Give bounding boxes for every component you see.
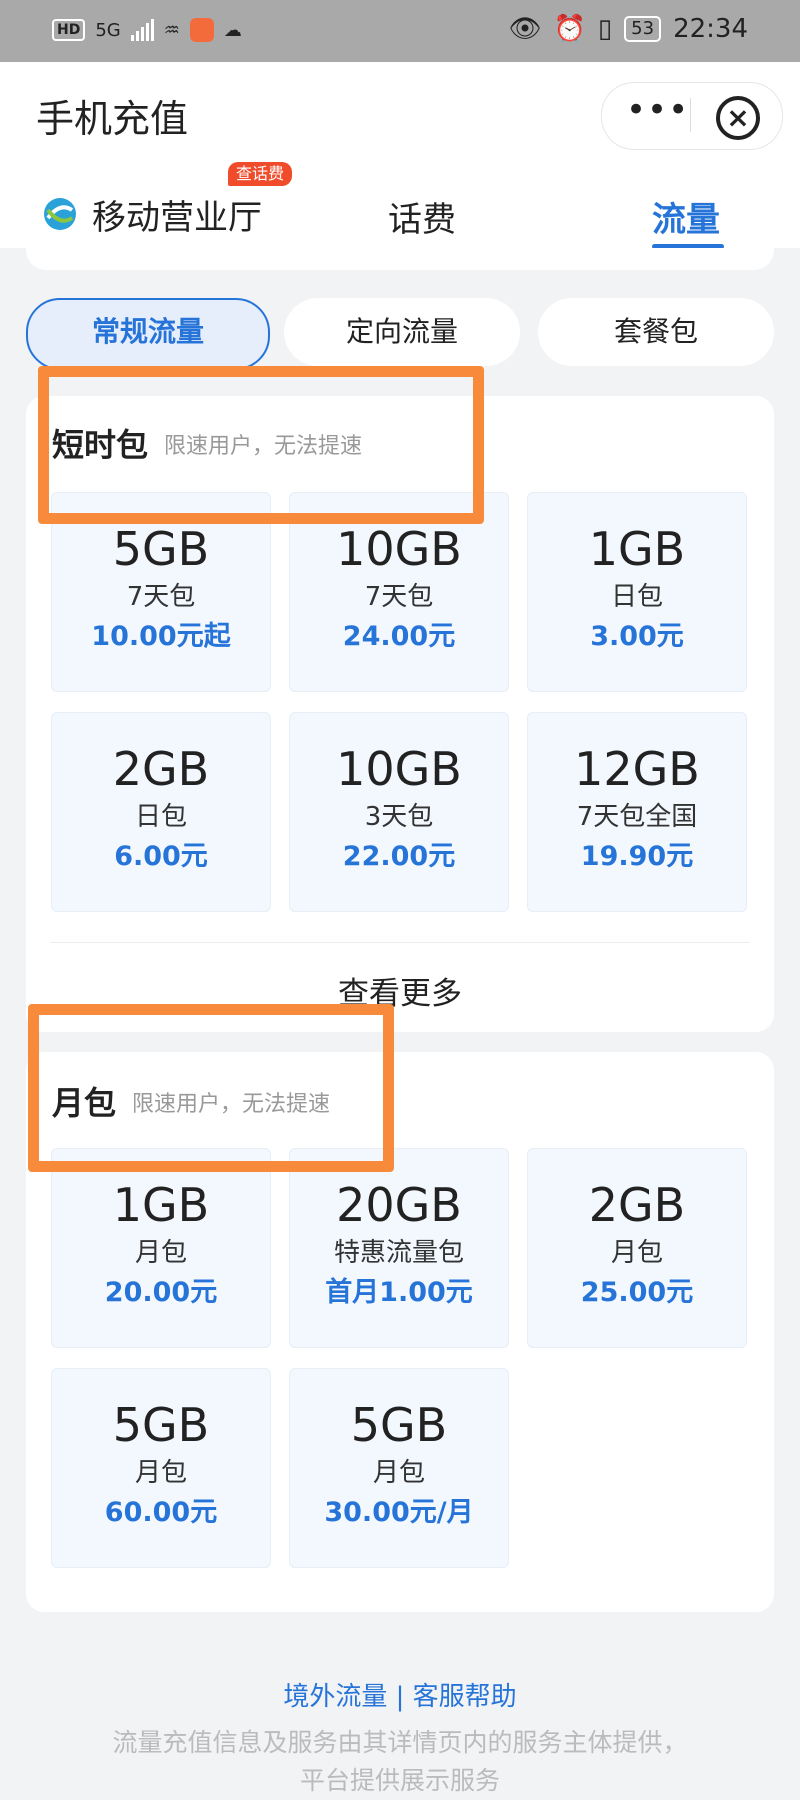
- china-mobile-logo-icon: [44, 198, 76, 230]
- plan-desc: 月包: [610, 1238, 663, 1268]
- network-label: 5G: [95, 19, 121, 41]
- battery-indicator: 53: [624, 16, 662, 42]
- plan-price: 19.90元: [580, 841, 694, 872]
- capsule-divider: [690, 98, 691, 132]
- filter-package[interactable]: 套餐包: [538, 298, 774, 366]
- plan-size: 5GB: [112, 1398, 210, 1452]
- status-left: HD 5G ♒ ☁: [52, 18, 242, 42]
- hd-icon: HD: [52, 19, 86, 41]
- plan-price: 60.00元: [104, 1497, 218, 1528]
- data-plan-tile[interactable]: 5GB 月包 60.00元: [51, 1368, 271, 1568]
- data-plan-tile[interactable]: 12GB 7天包全国 19.90元: [527, 712, 747, 912]
- check-fee-badge[interactable]: 查话费: [228, 162, 293, 186]
- highlight-box-monthly: [28, 1004, 394, 1172]
- clock: 22:34: [673, 14, 748, 44]
- footer-note: 流量充值信息及服务由其详情页内的服务主体提供， 平台提供展示服务: [0, 1724, 800, 1800]
- plan-price: 3.00元: [590, 621, 684, 652]
- data-plan-tile[interactable]: 20GB 特惠流量包 首月1.00元: [289, 1148, 509, 1348]
- plan-desc: 日包: [610, 582, 663, 612]
- plan-size: 5GB: [112, 522, 210, 576]
- data-plan-tile[interactable]: 10GB 3天包 22.00元: [289, 712, 509, 912]
- tab-fee[interactable]: 话费: [388, 192, 456, 241]
- data-plan-tile[interactable]: 1GB 月包 20.00元: [51, 1148, 271, 1348]
- plan-desc: 月包: [372, 1458, 425, 1488]
- overseas-data-link[interactable]: 境外流量: [283, 1682, 387, 1712]
- plan-desc: 日包: [134, 802, 187, 832]
- filter-regular-data[interactable]: 常规流量: [26, 298, 270, 370]
- status-right: 👁 ⏰ ▯ 53 22:34: [508, 14, 748, 44]
- data-plan-tile[interactable]: 2GB 月包 25.00元: [527, 1148, 747, 1348]
- plan-price: 30.00元/月: [324, 1497, 474, 1528]
- plan-price: 25.00元: [580, 1277, 694, 1308]
- vibrate-icon: ▯: [597, 14, 613, 44]
- plan-price: 6.00元: [114, 841, 208, 872]
- customer-help-link[interactable]: 客服帮助: [413, 1682, 517, 1712]
- plan-price: 10.00元起: [91, 621, 231, 652]
- data-plan-tile[interactable]: 5GB 月包 30.00元/月: [289, 1368, 509, 1568]
- data-plan-tile[interactable]: 1GB 日包 3.00元: [527, 492, 747, 692]
- filter-directed-data[interactable]: 定向流量: [284, 298, 520, 366]
- divider: [50, 942, 750, 943]
- wifi-icon: ♒: [163, 19, 180, 41]
- plan-price: 24.00元: [342, 621, 456, 652]
- brand-tab[interactable]: 移动营业厅: [92, 190, 262, 239]
- data-plan-tile[interactable]: 2GB 日包 6.00元: [51, 712, 271, 912]
- plan-size: 10GB: [336, 522, 462, 576]
- plan-size: 20GB: [336, 1178, 462, 1232]
- plan-size: 1GB: [588, 522, 686, 576]
- signal-icon: [130, 19, 154, 41]
- eye-icon: 👁: [508, 14, 542, 44]
- plan-desc: 7天包: [126, 582, 196, 612]
- plan-desc: 特惠流量包: [333, 1238, 464, 1268]
- close-button[interactable]: ×: [716, 96, 760, 140]
- tab-data[interactable]: 流量: [652, 192, 720, 241]
- plan-price: 20.00元: [104, 1277, 218, 1308]
- plan-price: 22.00元: [342, 841, 456, 872]
- plan-size: 5GB: [350, 1398, 448, 1452]
- plan-price: 首月1.00元: [325, 1277, 473, 1308]
- plan-desc: 3天包: [364, 802, 434, 832]
- highlight-box-short-term: [38, 366, 484, 524]
- footer-note-line: 流量充值信息及服务由其详情页内的服务主体提供，: [112, 1728, 688, 1757]
- footer-note-line: 平台提供展示服务: [299, 1766, 500, 1795]
- app-icon: [189, 18, 214, 42]
- plan-desc: 7天包: [364, 582, 434, 612]
- plan-size: 12GB: [574, 742, 700, 796]
- plan-desc: 月包: [134, 1458, 187, 1488]
- plan-size: 1GB: [112, 1178, 210, 1232]
- footer-links: 境外流量 | 客服帮助: [0, 1676, 800, 1713]
- footer-separator: |: [395, 1682, 405, 1712]
- plan-size: 2GB: [112, 742, 210, 796]
- page-title: 手机充值: [36, 97, 189, 141]
- more-options-button[interactable]: •••: [626, 93, 688, 132]
- plan-desc: 月包: [134, 1238, 187, 1268]
- plan-size: 10GB: [336, 742, 462, 796]
- plan-size: 2GB: [588, 1178, 686, 1232]
- wechat-icon: ☁: [223, 19, 242, 41]
- nav-card-bottom: [26, 248, 774, 270]
- alarm-icon: ⏰: [553, 14, 586, 44]
- plan-desc: 7天包全国: [576, 802, 698, 832]
